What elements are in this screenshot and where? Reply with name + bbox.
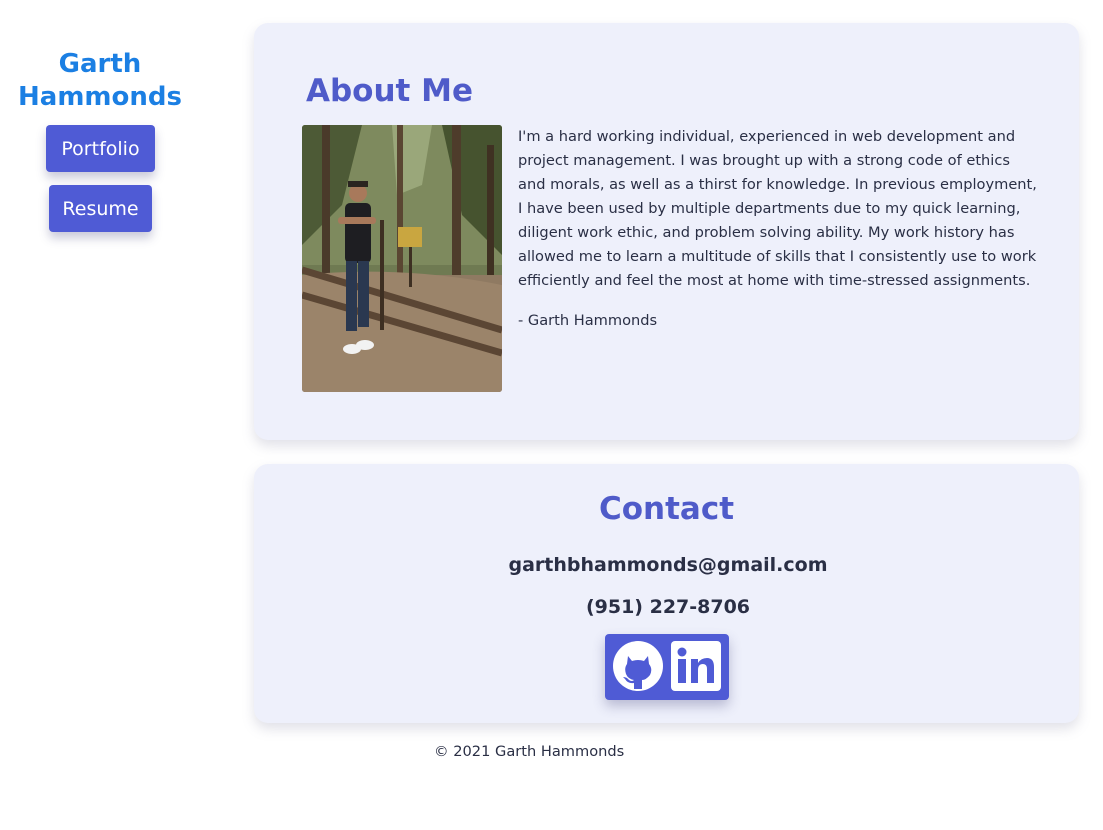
about-signature: - Garth Hammonds — [518, 312, 658, 329]
contact-email: garthbhammonds@gmail.com — [508, 554, 828, 576]
linkedin-icon[interactable] — [669, 639, 723, 693]
footer-copyright: © 2021 Garth Hammonds — [434, 743, 625, 760]
contact-card: Contact garthbhammonds@gmail.com (951) 2… — [254, 464, 1079, 723]
about-card: About Me I'm a hard working individual, … — [254, 23, 1079, 440]
contact-phone: (951) 227-8706 — [585, 596, 751, 618]
site-owner-name: Garth Hammonds — [18, 49, 182, 112]
social-links — [605, 634, 729, 700]
profile-photo — [302, 125, 502, 392]
about-title: About Me — [306, 73, 474, 109]
about-paragraph: I'm a hard working individual, experienc… — [518, 128, 1037, 289]
github-icon[interactable] — [611, 639, 665, 693]
resume-button[interactable]: Resume — [49, 185, 152, 232]
contact-title: Contact — [598, 491, 735, 527]
portfolio-button[interactable]: Portfolio — [46, 125, 155, 172]
